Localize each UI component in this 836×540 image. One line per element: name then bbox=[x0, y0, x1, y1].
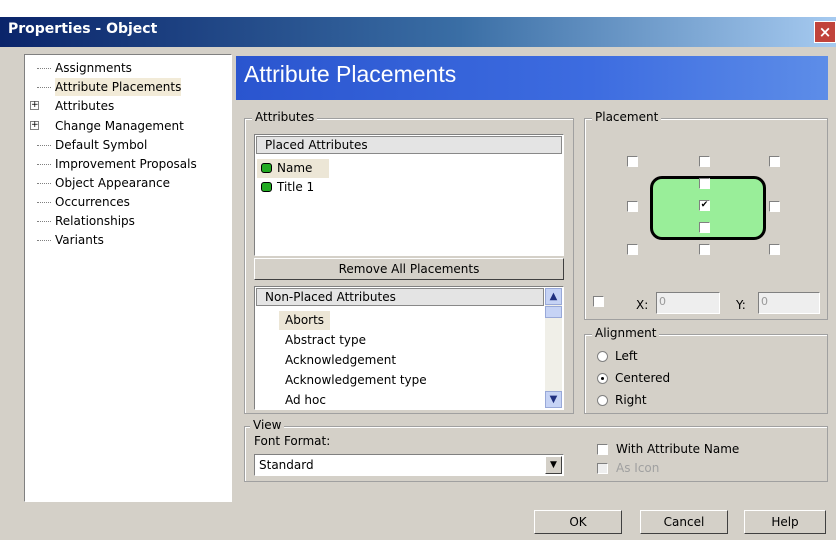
view-group-label: View bbox=[250, 418, 285, 432]
title-bar[interactable]: Properties - Object × bbox=[0, 17, 836, 47]
page-header-banner: Attribute Placements bbox=[236, 56, 828, 100]
tree-item-relationships[interactable]: Relationships bbox=[55, 212, 135, 230]
tree-item-default-symbol[interactable]: Default Symbol bbox=[55, 136, 147, 154]
vertical-scrollbar[interactable]: ▲ ▼ bbox=[545, 288, 562, 408]
list-item[interactable]: Acknowledgement type bbox=[285, 371, 427, 390]
tree-connector bbox=[37, 202, 51, 203]
placement-checkbox-middle-right[interactable] bbox=[769, 201, 780, 212]
scroll-up-icon[interactable]: ▲ bbox=[545, 288, 562, 305]
y-offset-field[interactable]: 0 bbox=[758, 292, 820, 314]
page-title: Attribute Placements bbox=[244, 61, 457, 87]
with-attribute-name-label: With Attribute Name bbox=[616, 442, 740, 456]
dropdown-arrow-icon[interactable]: ▼ bbox=[545, 456, 562, 474]
placement-checkbox-top-right[interactable] bbox=[769, 156, 780, 167]
radio-dot bbox=[601, 377, 604, 380]
list-item[interactable]: Name bbox=[257, 159, 329, 178]
navigation-tree[interactable]: Assignments Attribute Placements + Attri… bbox=[24, 54, 232, 502]
placement-checkbox-bottom-left[interactable] bbox=[627, 244, 638, 255]
tree-connector bbox=[37, 87, 51, 88]
align-left-radio[interactable] bbox=[597, 351, 608, 362]
attributes-group-label: Attributes bbox=[252, 110, 318, 124]
tree-item-change-management[interactable]: Change Management bbox=[55, 117, 184, 135]
tree-item-variants[interactable]: Variants bbox=[55, 231, 104, 249]
font-format-value: Standard bbox=[259, 458, 314, 472]
tree-item-occurrences[interactable]: Occurrences bbox=[55, 193, 130, 211]
help-button[interactable]: Help bbox=[744, 510, 826, 534]
x-label: X: bbox=[636, 298, 649, 312]
expand-icon[interactable]: + bbox=[30, 121, 39, 130]
list-item[interactable]: Acknowledgement bbox=[285, 351, 396, 370]
ok-button[interactable]: OK bbox=[534, 510, 622, 534]
tree-connector bbox=[37, 145, 51, 146]
scroll-down-icon[interactable]: ▼ bbox=[545, 391, 562, 408]
non-placed-attributes-list[interactable]: Non-Placed Attributes Aborts Abstract ty… bbox=[254, 286, 564, 410]
placement-checkbox-bottom-center[interactable] bbox=[699, 244, 710, 255]
alignment-group-label: Alignment bbox=[592, 326, 660, 340]
as-icon-checkbox[interactable] bbox=[597, 463, 608, 474]
placement-checkbox-top-left[interactable] bbox=[627, 156, 638, 167]
align-centered-radio[interactable] bbox=[597, 373, 608, 384]
placed-attribute-icon bbox=[261, 163, 272, 173]
window-title: Properties - Object bbox=[8, 21, 158, 37]
placement-checkbox-middle-left[interactable] bbox=[627, 201, 638, 212]
align-left-label: Left bbox=[615, 349, 638, 363]
tree-connector bbox=[37, 183, 51, 184]
list-item[interactable]: Abstract type bbox=[285, 331, 366, 350]
list-item[interactable]: Aborts bbox=[279, 311, 331, 330]
tree-item-attributes[interactable]: Attributes bbox=[55, 97, 114, 115]
cancel-button[interactable]: Cancel bbox=[640, 510, 728, 534]
placed-attribute-label: Name bbox=[277, 161, 313, 175]
align-right-label: Right bbox=[615, 393, 647, 407]
x-offset-field[interactable]: 0 bbox=[656, 292, 720, 314]
tree-connector bbox=[37, 68, 51, 69]
with-attribute-name-checkbox[interactable] bbox=[597, 444, 608, 455]
y-label: Y: bbox=[736, 298, 746, 312]
placed-attributes-header: Placed Attributes bbox=[256, 136, 562, 154]
placement-checkbox-inner-bottom[interactable] bbox=[699, 222, 710, 233]
non-placed-attributes-header: Non-Placed Attributes bbox=[256, 288, 544, 306]
close-icon: × bbox=[818, 23, 832, 41]
tree-item-object-appearance[interactable]: Object Appearance bbox=[55, 174, 170, 192]
placement-checkbox-top-center[interactable] bbox=[699, 156, 710, 167]
font-format-label: Font Format: bbox=[254, 434, 331, 448]
list-item[interactable]: Ad hoc bbox=[285, 391, 326, 410]
close-button[interactable]: × bbox=[814, 21, 836, 43]
check-icon: ✔ bbox=[700, 200, 709, 210]
placed-attribute-label: Title 1 bbox=[277, 180, 315, 194]
as-icon-label: As Icon bbox=[616, 461, 660, 475]
placement-checkbox-inner-top[interactable] bbox=[699, 178, 710, 189]
align-right-radio[interactable] bbox=[597, 395, 608, 406]
expand-icon[interactable]: + bbox=[30, 101, 39, 110]
placement-group-label: Placement bbox=[592, 110, 662, 124]
placement-checkbox-bottom-right[interactable] bbox=[769, 244, 780, 255]
top-strip bbox=[0, 0, 836, 17]
tree-connector bbox=[37, 221, 51, 222]
align-centered-label: Centered bbox=[615, 371, 671, 385]
scroll-thumb[interactable] bbox=[545, 306, 562, 318]
offset-checkbox[interactable] bbox=[593, 296, 604, 307]
list-item[interactable]: Title 1 bbox=[257, 178, 337, 197]
tree-item-assignments[interactable]: Assignments bbox=[55, 59, 132, 77]
remove-all-placements-button[interactable]: Remove All Placements bbox=[254, 258, 564, 280]
placement-checkbox-center[interactable]: ✔ bbox=[699, 200, 710, 211]
font-format-dropdown[interactable]: Standard ▼ bbox=[254, 454, 564, 476]
tree-item-attribute-placements[interactable]: Attribute Placements bbox=[55, 78, 182, 96]
tree-connector bbox=[37, 240, 51, 241]
tree-item-improvement-proposals[interactable]: Improvement Proposals bbox=[55, 155, 197, 173]
placed-attributes-list[interactable]: Placed Attributes Name Title 1 bbox=[254, 134, 564, 256]
tree-connector bbox=[37, 164, 51, 165]
placed-attribute-icon bbox=[261, 182, 272, 192]
